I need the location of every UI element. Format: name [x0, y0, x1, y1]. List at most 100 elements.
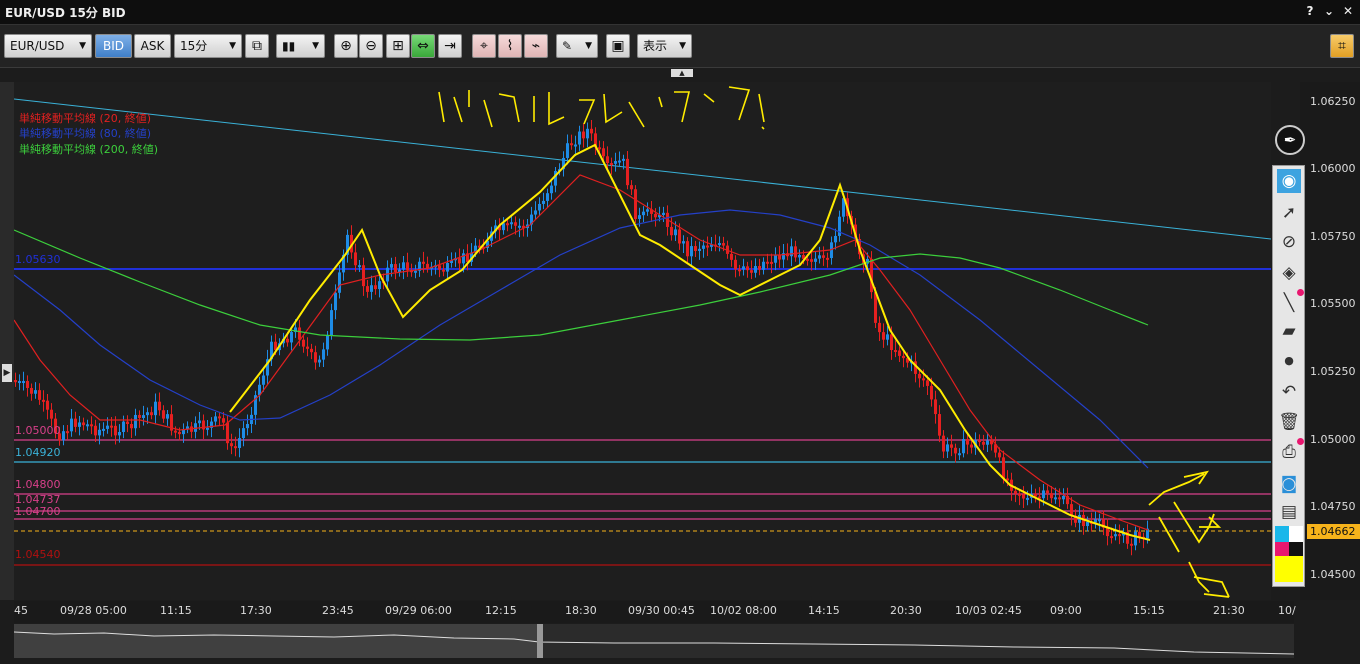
- pen-select[interactable]: ✎ ▼: [556, 34, 598, 58]
- candle: [1106, 527, 1109, 537]
- indicator-settings-icon[interactable]: ⌇: [498, 34, 522, 58]
- candle: [102, 428, 105, 431]
- screenshot-icon[interactable]: ▣: [606, 34, 630, 58]
- candle: [130, 424, 133, 429]
- candle: [534, 210, 537, 215]
- candle: [934, 399, 937, 415]
- price-chart[interactable]: ハリプルトップ？: [13, 82, 1272, 600]
- bid-button[interactable]: BID: [95, 34, 132, 58]
- candle: [82, 422, 85, 426]
- chart-type-select[interactable]: ▮▮ ▼: [276, 34, 325, 58]
- candle: [966, 439, 969, 445]
- candle: [1114, 534, 1117, 537]
- candle: [598, 147, 601, 150]
- candle: [646, 209, 649, 212]
- dot-icon[interactable]: ●: [1277, 349, 1301, 373]
- candle: [226, 422, 229, 444]
- candle: [438, 265, 441, 270]
- eye-icon[interactable]: ◉: [1277, 169, 1301, 193]
- candle: [138, 414, 141, 418]
- candle: [990, 440, 993, 445]
- time-tick-label: 45: [14, 604, 28, 617]
- candle: [890, 334, 893, 351]
- candle: [114, 425, 117, 436]
- candle: [314, 352, 317, 363]
- time-tick-label: 23:45: [322, 604, 354, 617]
- trash-icon[interactable]: 🗑: [1277, 410, 1301, 434]
- toolbar: EUR/USD ▼ BID ASK 15分 ▼ ⧉ ▮▮ ▼ ⊕ ⊖ ⊞ ⇔ ⇥ ⌖ …: [0, 25, 1360, 68]
- candle: [262, 375, 265, 385]
- candle: [690, 246, 693, 257]
- candle: [34, 390, 37, 394]
- export-icon[interactable]: ⇥: [438, 34, 462, 58]
- display-menu[interactable]: 表示 ▼: [637, 34, 692, 58]
- time-tick-label: 12:15: [485, 604, 517, 617]
- candle: [626, 158, 629, 186]
- cursor-icon[interactable]: ➚: [1277, 201, 1301, 225]
- help-button[interactable]: ?: [1303, 3, 1317, 19]
- candle: [1022, 494, 1025, 499]
- candle: [378, 281, 381, 290]
- candle: [46, 400, 49, 410]
- tag-icon[interactable]: ◈: [1277, 261, 1301, 285]
- candle: [746, 266, 749, 271]
- compare-icon[interactable]: ⧉: [245, 34, 269, 58]
- timeframe-label: 15分: [180, 39, 208, 53]
- candle: [718, 243, 721, 246]
- add-indicator-icon[interactable]: ⌖: [472, 34, 496, 58]
- collapse-toolbar-handle[interactable]: ▲: [671, 69, 693, 77]
- pen-tool-icon[interactable]: ✒: [1275, 125, 1305, 155]
- clipboard-icon[interactable]: ▤: [1277, 500, 1301, 524]
- timer-icon[interactable]: ⊘: [1277, 230, 1301, 254]
- timeframe-select[interactable]: 15分 ▼: [174, 34, 242, 58]
- candle: [926, 380, 929, 386]
- expand-panel-handle[interactable]: ▶: [2, 364, 12, 382]
- candle: [178, 431, 181, 435]
- zoom-in-icon[interactable]: ⊕: [334, 34, 358, 58]
- chart-canvas: ハリプルトップ？: [13, 86, 1272, 598]
- sma20-line: [13, 174, 1149, 531]
- candle: [670, 226, 673, 236]
- candle: [234, 446, 237, 449]
- camera-icon[interactable]: ◙: [1277, 472, 1301, 496]
- eraser-icon[interactable]: ▰: [1277, 319, 1301, 343]
- candle: [1094, 519, 1097, 523]
- candle: [42, 399, 45, 402]
- fit-icon[interactable]: ⊞: [386, 34, 410, 58]
- candle: [74, 418, 77, 427]
- indicator-remove-icon[interactable]: ⌁: [524, 34, 548, 58]
- time-tick-label: 20:30: [890, 604, 922, 617]
- candle: [106, 425, 109, 429]
- candle: [742, 266, 745, 270]
- navigator[interactable]: [13, 624, 1295, 658]
- candle: [590, 128, 593, 134]
- candle: [582, 131, 585, 139]
- symbol-select[interactable]: EUR/USD ▼: [4, 34, 92, 58]
- price-tick-label: 1.05000: [1310, 433, 1356, 446]
- price-axis[interactable]: [1300, 82, 1360, 600]
- candle: [570, 143, 573, 146]
- candle: [38, 390, 41, 400]
- candle: [774, 255, 777, 263]
- candle: [198, 420, 201, 424]
- candle: [506, 223, 509, 226]
- candle: [722, 243, 725, 246]
- zoom-out-icon[interactable]: ⊖: [359, 34, 383, 58]
- undo-icon[interactable]: ↶: [1277, 380, 1301, 404]
- candle: [986, 440, 989, 445]
- candle: [662, 212, 665, 215]
- candle: [770, 261, 773, 264]
- color-palette-icon[interactable]: [1275, 526, 1303, 582]
- candle: [730, 253, 733, 260]
- crosshair-icon[interactable]: ⌗: [1330, 34, 1354, 58]
- ask-button[interactable]: ASK: [134, 34, 171, 58]
- candle: [702, 245, 705, 249]
- close-button[interactable]: ✕: [1341, 3, 1355, 19]
- candle: [958, 453, 961, 456]
- range-icon[interactable]: ⇔: [411, 34, 435, 58]
- candle: [618, 160, 621, 163]
- candle: [614, 161, 617, 164]
- price-tick-label: 1.05250: [1310, 365, 1356, 378]
- minimize-button[interactable]: ⌄: [1322, 3, 1336, 19]
- candle: [798, 255, 801, 258]
